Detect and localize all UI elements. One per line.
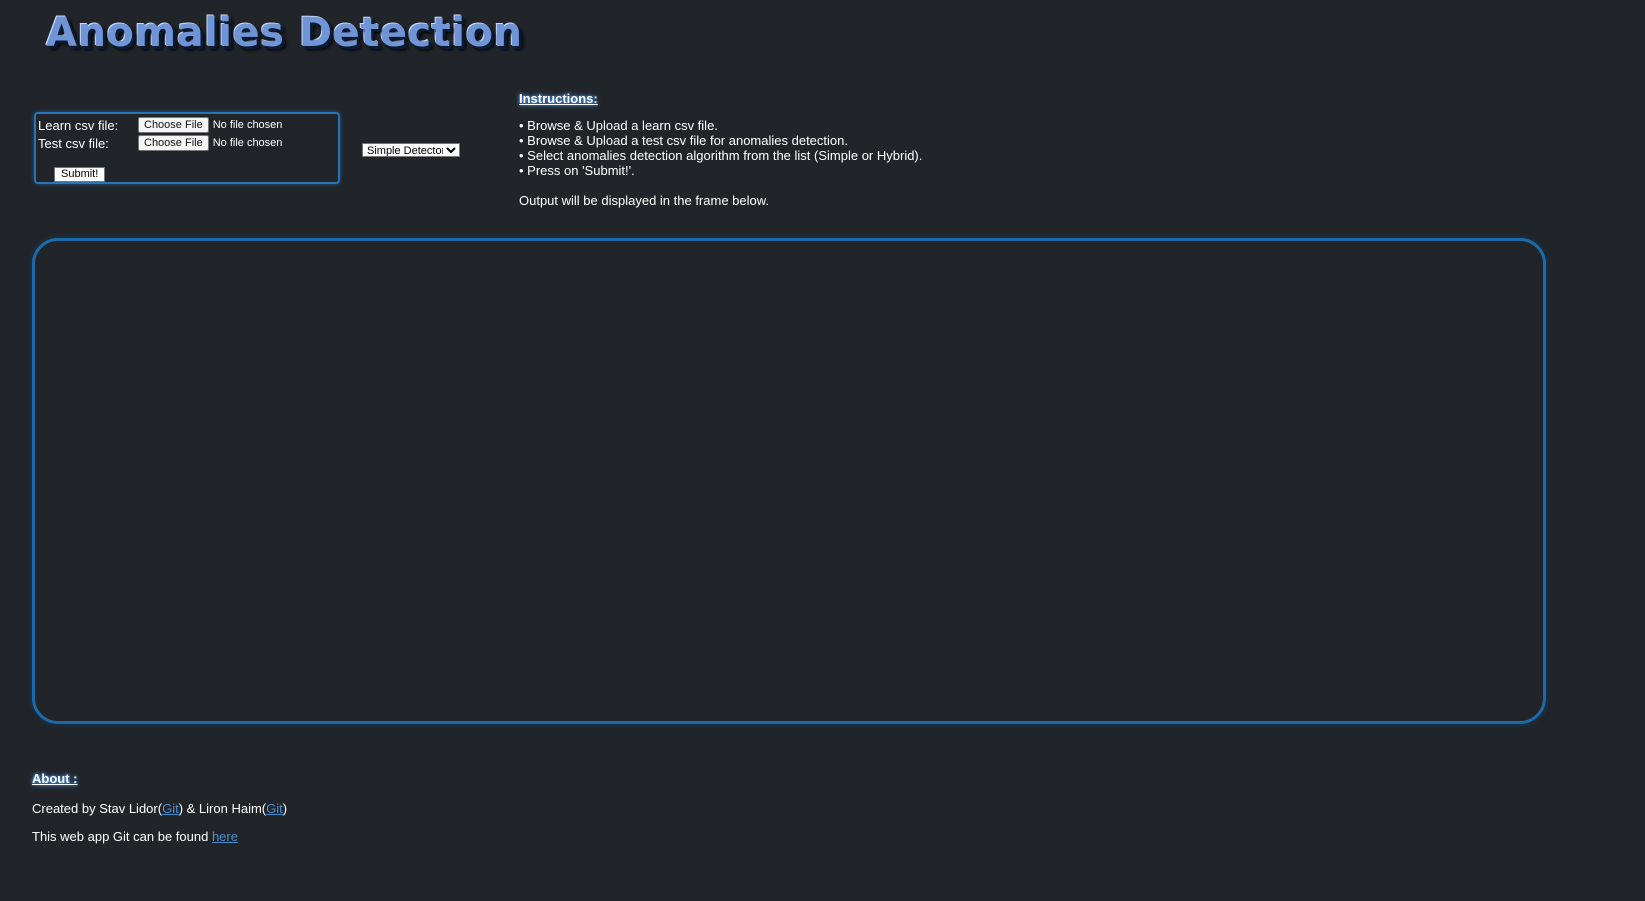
output-note: Output will be displayed in the frame be… <box>519 193 770 208</box>
output-frame[interactable] <box>32 238 1546 724</box>
learn-file-row: Learn csv file: Choose File No file chos… <box>38 116 282 134</box>
learn-file-status: No file chosen <box>212 119 283 131</box>
about-section: About : Created by Stav Lidor(Git) & Lir… <box>32 771 287 844</box>
instruction-step: • Browse & Upload a learn csv file. <box>519 118 718 133</box>
test-choose-file-button[interactable]: Choose File <box>138 135 209 151</box>
instruction-step: • Browse & Upload a test csv file for an… <box>519 133 848 148</box>
credits-suffix: ) <box>282 801 288 816</box>
algorithm-select[interactable]: Simple Detector <box>362 143 460 157</box>
credits-prefix: Created by Stav Lidor( <box>32 801 163 816</box>
git-link-stav[interactable]: Git <box>162 801 179 816</box>
repo-line: This web app Git can be found here <box>32 829 238 844</box>
submit-button[interactable]: Submit! <box>54 167 106 182</box>
instruction-step: • Select anomalies detection algorithm f… <box>519 148 923 163</box>
app-title: Anomalies Detection <box>46 10 523 56</box>
test-file-status: No file chosen <box>212 137 283 149</box>
instructions-heading: Instructions: <box>519 91 598 106</box>
test-file-row: Test csv file: Choose File No file chose… <box>38 134 282 152</box>
instructions-panel: Instructions: • Browse & Upload a learn … <box>519 91 922 208</box>
instruction-step: • Press on 'Submit!'. <box>519 163 635 178</box>
credits-line: Created by Stav Lidor(Git) & Liron Haim(… <box>32 801 287 816</box>
upload-form: Learn csv file: Choose File No file chos… <box>34 112 340 184</box>
about-heading: About : <box>32 771 78 786</box>
repo-link[interactable]: here <box>212 829 238 844</box>
page: Anomalies Detection Learn csv file: Choo… <box>0 0 1645 901</box>
credits-middle: ) & Liron Haim( <box>178 801 267 816</box>
test-file-label: Test csv file: <box>38 135 109 151</box>
learn-choose-file-button[interactable]: Choose File <box>138 117 209 133</box>
git-link-liron[interactable]: Git <box>266 801 283 816</box>
learn-file-label: Learn csv file: <box>38 117 119 133</box>
repo-prefix: This web app Git can be found <box>32 829 212 844</box>
instructions-list: • Browse & Upload a learn csv file. • Br… <box>519 118 922 178</box>
